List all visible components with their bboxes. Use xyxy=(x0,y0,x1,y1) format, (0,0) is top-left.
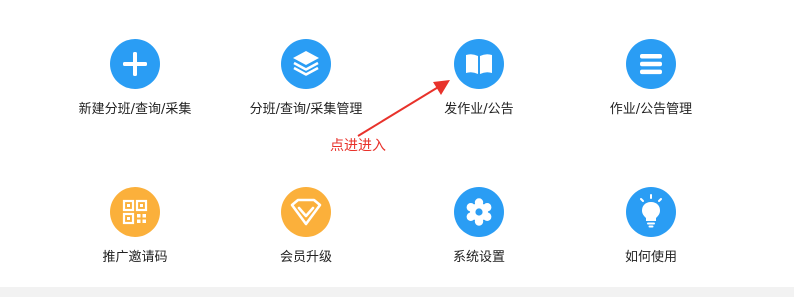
annotation-arrow xyxy=(357,80,450,137)
annotation-text: 点进进入 xyxy=(330,138,386,154)
bottom-bar xyxy=(0,287,794,297)
page: 新建分班/查询/采集 分班/查询/采集管理 发作业/公告 作业/公告管理 推广邀… xyxy=(0,0,794,297)
